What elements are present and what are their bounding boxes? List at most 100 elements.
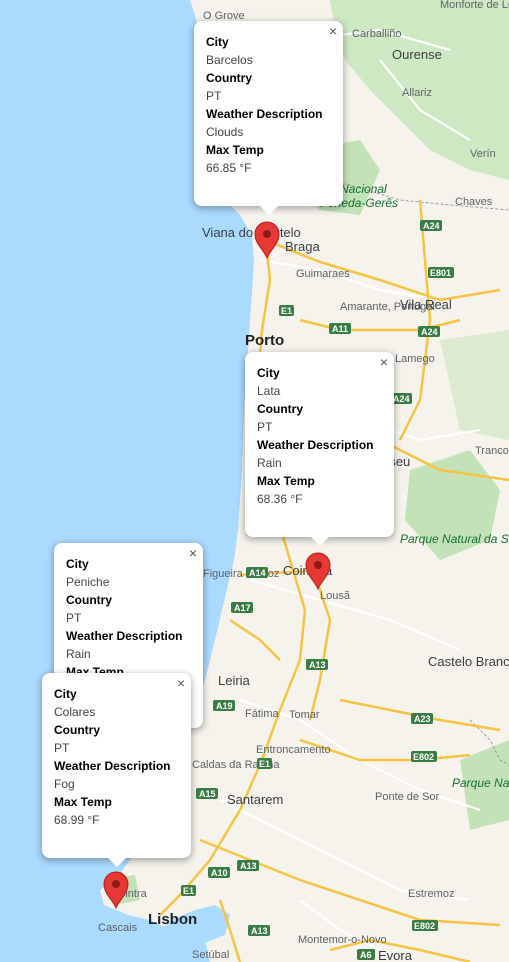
shield-a10: A10 <box>208 867 230 878</box>
label-country: Country <box>257 402 303 416</box>
place-tomar: Tomar <box>289 709 320 721</box>
shield-e801: E801 <box>428 267 454 278</box>
place-viana: Viana do Castelo <box>202 225 301 240</box>
shield-e1: E1 <box>181 885 196 896</box>
close-icon[interactable]: × <box>189 546 197 560</box>
close-icon[interactable]: × <box>380 355 388 369</box>
place-cascais: Cascais <box>98 922 138 934</box>
value-city: Barcelos <box>206 53 253 67</box>
label-city: City <box>54 687 77 701</box>
close-icon[interactable]: × <box>329 24 337 38</box>
svg-text:A6: A6 <box>360 950 372 960</box>
svg-text:E1: E1 <box>183 886 194 896</box>
place-allariz: Allariz <box>402 87 432 99</box>
value-weather: Rain <box>66 647 91 661</box>
label-country: Country <box>206 71 252 85</box>
info-window-colares: × City Colares Country PT Weather Descri… <box>42 673 191 867</box>
place-estremoz: Estremoz <box>408 888 454 900</box>
svg-text:A24: A24 <box>393 394 410 404</box>
value-city: Lata <box>257 384 281 398</box>
place-monforte: Monforte de Lemos <box>440 0 509 11</box>
value-country: PT <box>66 611 82 625</box>
svg-text:A14: A14 <box>249 568 266 578</box>
value-weather: Rain <box>257 456 282 470</box>
place-guimaraes: Guimaraes <box>296 268 350 280</box>
label-max-temp: Max Temp <box>54 795 112 809</box>
place-porto: Porto <box>245 332 284 349</box>
svg-text:A13: A13 <box>240 861 257 871</box>
svg-text:E801: E801 <box>430 268 451 278</box>
shield-e802: E802 <box>412 920 438 931</box>
label-city: City <box>206 35 229 49</box>
shield-e802: E802 <box>411 751 437 762</box>
shield-a6: A6 <box>357 949 375 960</box>
place-entroncamento: Entroncamento <box>256 744 331 756</box>
value-city: Peniche <box>66 575 110 589</box>
value-country: PT <box>54 741 70 755</box>
place-parque-mamede: Parque Natural da Serra de S. Mamede <box>452 776 509 790</box>
place-leiria: Leiria <box>218 673 251 688</box>
place-trancoso: Trancoso <box>475 445 509 457</box>
shield-a14: A14 <box>246 567 268 578</box>
label-city: City <box>257 366 280 380</box>
place-vila-real: Vila Real <box>400 297 452 312</box>
place-castelo-branco: Castelo Branco <box>428 654 509 669</box>
close-icon[interactable]: × <box>177 676 185 690</box>
place-lisbon: Lisbon <box>148 911 197 928</box>
place-evora: Evora <box>378 948 413 962</box>
svg-text:A19: A19 <box>216 701 233 711</box>
label-city: City <box>66 557 89 571</box>
svg-text:E802: E802 <box>413 752 434 762</box>
shield-a11: A11 <box>329 323 351 334</box>
place-verin: Verín <box>470 148 496 160</box>
place-ponte-sor: Ponte de Sor <box>375 791 440 803</box>
value-max-temp: 68.36 °F <box>257 492 303 506</box>
shield-a13: A13 <box>306 659 328 670</box>
place-santarem: Santarem <box>227 792 283 807</box>
place-carballino: Carballiño <box>352 28 402 40</box>
place-parque-estrela: Parque Natural da Serra da Estrela <box>400 532 509 546</box>
value-weather: Fog <box>54 777 75 791</box>
place-nacional: Nacional <box>340 182 387 196</box>
value-max-temp: 66.85 °F <box>206 161 252 175</box>
svg-text:E1: E1 <box>259 759 270 769</box>
place-lamego: Lamego <box>395 353 435 365</box>
label-weather: Weather Description <box>257 438 374 452</box>
shield-a13: A13 <box>248 925 270 936</box>
value-city: Colares <box>54 705 96 719</box>
svg-text:A24: A24 <box>423 221 440 231</box>
shield-e1: E1 <box>257 758 272 769</box>
shield-a13: A13 <box>237 860 259 871</box>
svg-text:A13: A13 <box>251 926 268 936</box>
value-max-temp: 68.99 °F <box>54 813 100 827</box>
svg-text:A23: A23 <box>414 714 431 724</box>
value-country: PT <box>257 420 273 434</box>
label-max-temp: Max Temp <box>206 143 264 157</box>
label-weather: Weather Description <box>66 629 183 643</box>
svg-text:A13: A13 <box>309 660 326 670</box>
shield-a17: A17 <box>231 602 253 613</box>
place-lousa: Lousã <box>320 590 351 602</box>
svg-text:A10: A10 <box>211 868 228 878</box>
shield-a24: A24 <box>418 326 440 337</box>
shield-a19: A19 <box>213 700 235 711</box>
place-montemor: Montemor-o-Novo <box>298 934 387 946</box>
svg-text:A15: A15 <box>199 789 216 799</box>
shield-a23: A23 <box>411 713 433 724</box>
label-max-temp: Max Temp <box>257 474 315 488</box>
shield-a15: A15 <box>196 788 218 799</box>
place-ourense: Ourense <box>392 47 442 62</box>
shield-e1: E1 <box>279 305 294 316</box>
label-weather: Weather Description <box>206 107 323 121</box>
value-weather: Clouds <box>206 125 244 139</box>
place-fatima: Fátima <box>245 708 280 720</box>
svg-text:E1: E1 <box>281 306 292 316</box>
place-braga: Braga <box>285 239 320 254</box>
svg-text:A24: A24 <box>421 327 438 337</box>
label-country: Country <box>54 723 100 737</box>
info-window-lata: × City Lata Country PT Weather Descripti… <box>245 352 394 546</box>
place-setubal: Setúbal <box>192 949 229 961</box>
svg-text:A11: A11 <box>332 324 348 334</box>
place-chaves: Chaves <box>455 196 493 208</box>
svg-text:E802: E802 <box>414 921 435 931</box>
